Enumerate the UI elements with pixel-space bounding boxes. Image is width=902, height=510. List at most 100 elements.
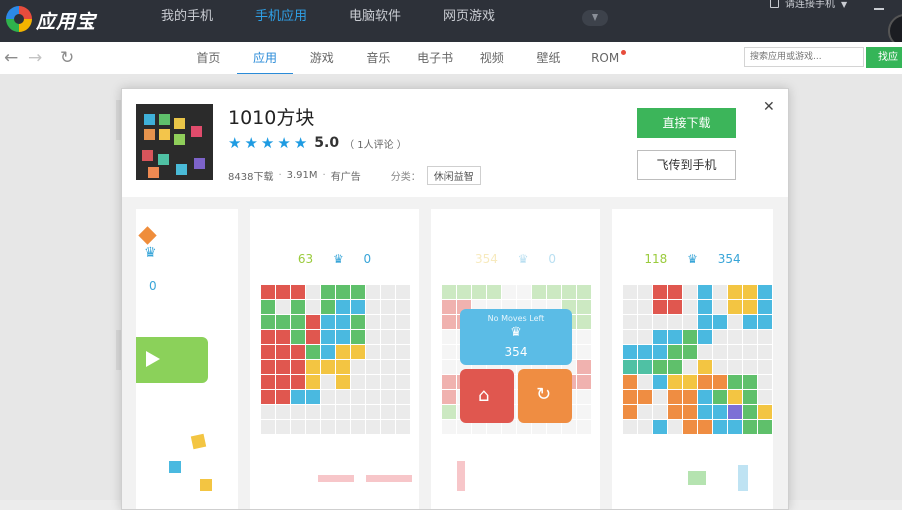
board-cell (623, 420, 637, 434)
screenshot-3[interactable]: 354 ♛ 0 No Moves Left ♛ 354 ⌂ ↻ (431, 209, 600, 509)
board-cell (306, 375, 320, 389)
board-cell (743, 315, 757, 329)
refresh-icon[interactable]: ↻ (60, 49, 74, 67)
tab-games[interactable]: 游戏 (293, 42, 350, 74)
board-cell (743, 390, 757, 404)
board-cell (758, 330, 772, 344)
screenshot-4[interactable]: 118 ♛ 354 (612, 209, 773, 509)
star-icon: ★ (260, 134, 275, 152)
minimize-icon[interactable] (874, 0, 884, 10)
screenshot-2[interactable]: 63 ♛ 0 (250, 209, 419, 509)
board-cell (261, 315, 275, 329)
board-cell (698, 315, 712, 329)
main-nav-mobile-apps[interactable]: 手机应用 (234, 0, 328, 42)
star-icon: ★ (244, 134, 258, 152)
board-cell (291, 375, 305, 389)
board-cell (623, 345, 637, 359)
tab-ebooks[interactable]: 电子书 (407, 42, 464, 74)
block-piece (688, 471, 706, 485)
main-nav-my-phone[interactable]: 我的手机 (140, 0, 234, 42)
tab-wallpaper[interactable]: 壁纸 (520, 42, 577, 74)
board-cell (276, 330, 290, 344)
tab-apps[interactable]: 应用 (236, 42, 294, 75)
board-cell (276, 405, 290, 419)
board-cell (728, 375, 742, 389)
board-cell (351, 345, 365, 359)
board-cell (668, 390, 682, 404)
rating-score: 5.0 (314, 135, 340, 151)
board-cell (276, 300, 290, 314)
board-cell (698, 345, 712, 359)
forward-arrow-icon[interactable]: → (28, 49, 42, 67)
main-nav-web-games[interactable]: 网页游戏 (422, 0, 516, 42)
app-store-logo-icon[interactable] (6, 6, 32, 32)
board-cell (291, 390, 305, 404)
board-cell (381, 285, 395, 299)
app-icon[interactable] (136, 104, 213, 180)
restart-button: ↻ (518, 369, 572, 423)
board-cell (306, 300, 320, 314)
tab-video[interactable]: 视频 (463, 42, 520, 74)
board-cell (336, 420, 350, 434)
board-cell (442, 300, 456, 314)
board-cell (291, 300, 305, 314)
search-input[interactable] (744, 47, 864, 67)
board-cell (381, 390, 395, 404)
board-cell (396, 345, 410, 359)
board-cell (668, 300, 682, 314)
board-cell (758, 390, 772, 404)
board-cell (366, 330, 380, 344)
connect-phone-label: 请连接手机 (785, 0, 835, 10)
logo-text[interactable]: 应用宝 (36, 7, 96, 34)
tab-home[interactable]: 首页 (180, 42, 237, 74)
board-cell (366, 300, 380, 314)
back-arrow-icon[interactable]: ← (4, 49, 18, 67)
board-cell (351, 375, 365, 389)
board-cell (276, 315, 290, 329)
meta-separator: · (322, 170, 326, 181)
board-cell (381, 330, 395, 344)
board-cell (261, 375, 275, 389)
tab-music[interactable]: 音乐 (350, 42, 407, 74)
board-cell (396, 300, 410, 314)
category-label: 分类： (390, 172, 421, 183)
chevron-down-icon: ▼ (841, 0, 848, 9)
send-to-phone-button[interactable]: 飞传到手机 (637, 150, 736, 180)
category-tag[interactable]: 休闲益智 (426, 166, 481, 185)
close-icon[interactable]: ✕ (763, 99, 775, 115)
board-cell (381, 420, 395, 434)
board-cell (366, 405, 380, 419)
board-cell (653, 360, 667, 374)
board-cell (276, 285, 290, 299)
board-cell (638, 345, 652, 359)
download-button[interactable]: 直接下载 (637, 108, 736, 138)
board-cell (261, 360, 275, 374)
download-manager-icon[interactable] (582, 10, 608, 26)
block-piece (190, 433, 207, 450)
board-cell (668, 375, 682, 389)
board-cell (683, 390, 697, 404)
search-button[interactable]: 找应用 (866, 47, 902, 84)
block-piece (366, 475, 412, 482)
popup-title: No Moves Left (487, 314, 545, 323)
board-cell (306, 315, 320, 329)
board-cell (577, 300, 591, 314)
board-cell (653, 375, 667, 389)
board-cell (276, 345, 290, 359)
board-cell (698, 420, 712, 434)
board-cell (351, 300, 365, 314)
connect-phone-link[interactable]: 请连接手机 ▼ (770, 0, 847, 10)
home-icon: ⌂ (478, 385, 490, 406)
app-detail-dialog: 1010方块 ★ ★ ★ ★ ★ 5.0 （ 1人评论 ） 8438下载 · 3… (121, 88, 789, 510)
tab-rom-label: ROM (591, 51, 620, 65)
screenshot-1[interactable]: ♛ 0 (136, 209, 238, 509)
board-cell (306, 405, 320, 419)
review-count[interactable]: （ 1人评论 ） (344, 136, 407, 151)
board-cell (638, 300, 652, 314)
screenshot-gallery[interactable]: ♛ 0 63 ♛ 0 354 ♛ 0 No Moves Left ♛ 354 ⌂… (122, 197, 788, 509)
block-piece (169, 461, 181, 473)
game-board (261, 285, 410, 434)
tab-rom[interactable]: ROM (577, 42, 634, 74)
trophy-icon: ♛ (517, 252, 529, 266)
main-nav-pc-software[interactable]: 电脑软件 (328, 0, 422, 42)
